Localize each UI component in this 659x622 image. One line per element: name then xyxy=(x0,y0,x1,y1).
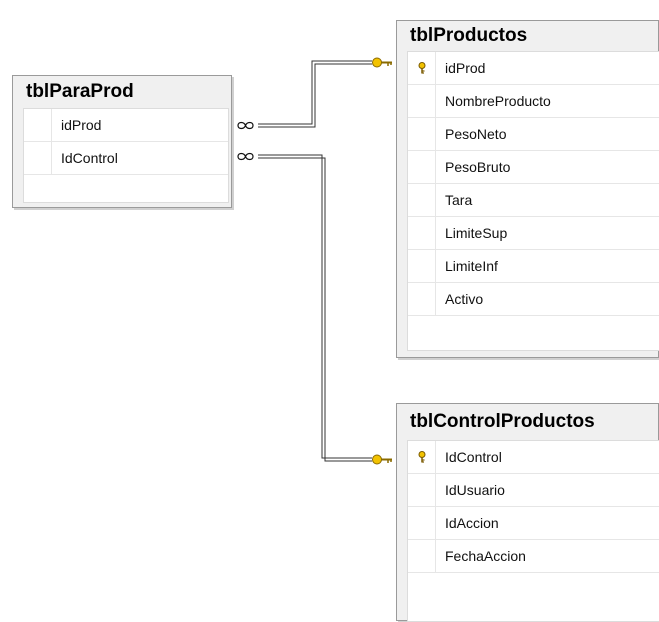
row-selector xyxy=(408,118,436,150)
column-row[interactable]: IdControl xyxy=(408,441,659,474)
column-name: Activo xyxy=(445,291,484,307)
column-row[interactable]: IdUsuario xyxy=(408,474,659,507)
table-tblparaprod[interactable]: tblParaProd idProd IdControl xyxy=(12,75,232,208)
empty-row xyxy=(408,573,659,606)
key-icon xyxy=(372,57,392,68)
key-icon xyxy=(418,451,426,463)
column-name: idProd xyxy=(445,60,486,76)
row-selector xyxy=(408,217,436,249)
column-name: LimiteInf xyxy=(445,258,498,274)
column-name: IdControl xyxy=(61,150,118,166)
column-name: NombreProducto xyxy=(445,93,551,109)
column-name: PesoBruto xyxy=(445,159,511,175)
column-row[interactable]: FechaAccion xyxy=(408,540,659,573)
infinity-icon xyxy=(237,121,254,130)
column-name: PesoNeto xyxy=(445,126,507,142)
column-row[interactable]: idProd xyxy=(24,109,228,142)
diagram-canvas: tblParaProd idProd IdControl tblProducto… xyxy=(0,0,659,622)
column-row[interactable]: idProd xyxy=(408,52,659,85)
table-title: tblParaProd xyxy=(26,81,134,102)
key-icon xyxy=(418,62,426,74)
row-selector xyxy=(24,109,52,141)
column-row[interactable]: NombreProducto xyxy=(408,85,659,118)
column-row[interactable]: LimiteInf xyxy=(408,250,659,283)
empty-row xyxy=(24,175,228,208)
column-row[interactable]: LimiteSup xyxy=(408,217,659,250)
row-selector xyxy=(408,441,436,473)
column-name: FechaAccion xyxy=(445,548,526,564)
column-grid: IdControl IdUsuario IdAccion FechaAccion xyxy=(407,440,659,622)
column-grid: idProd NombreProducto PesoNeto PesoBruto… xyxy=(407,51,659,351)
column-name: LimiteSup xyxy=(445,225,508,241)
relationship-idprod[interactable] xyxy=(237,57,392,130)
column-name: IdAccion xyxy=(445,515,499,531)
row-selector xyxy=(408,540,436,572)
row-selector xyxy=(408,52,436,84)
row-selector xyxy=(408,85,436,117)
table-title: tblControlProductos xyxy=(410,411,595,432)
table-tblproductos[interactable]: tblProductos idProd NombreProducto PesoN… xyxy=(396,20,659,358)
row-selector xyxy=(408,507,436,539)
row-selector xyxy=(408,151,436,183)
table-tblcontrolproductos[interactable]: tblControlProductos IdControl IdUsuario xyxy=(396,403,659,622)
column-name: IdControl xyxy=(445,449,502,465)
row-selector xyxy=(408,250,436,282)
column-row[interactable]: IdControl xyxy=(24,142,228,175)
column-name: idProd xyxy=(61,117,102,133)
table-title: tblProductos xyxy=(410,25,528,46)
key-icon xyxy=(372,454,392,465)
row-selector xyxy=(408,184,436,216)
relationship-idcontrol[interactable] xyxy=(237,152,392,465)
column-row[interactable]: PesoBruto xyxy=(408,151,659,184)
column-name: Tara xyxy=(445,192,473,208)
column-row[interactable]: IdAccion xyxy=(408,507,659,540)
column-row[interactable]: PesoNeto xyxy=(408,118,659,151)
column-row[interactable]: Tara xyxy=(408,184,659,217)
column-name: IdUsuario xyxy=(445,482,505,498)
empty-row xyxy=(408,316,659,349)
column-grid: idProd IdControl xyxy=(23,108,229,203)
row-selector xyxy=(24,142,52,174)
row-selector xyxy=(408,474,436,506)
infinity-icon xyxy=(237,152,254,161)
row-selector xyxy=(408,283,436,315)
column-row[interactable]: Activo xyxy=(408,283,659,316)
